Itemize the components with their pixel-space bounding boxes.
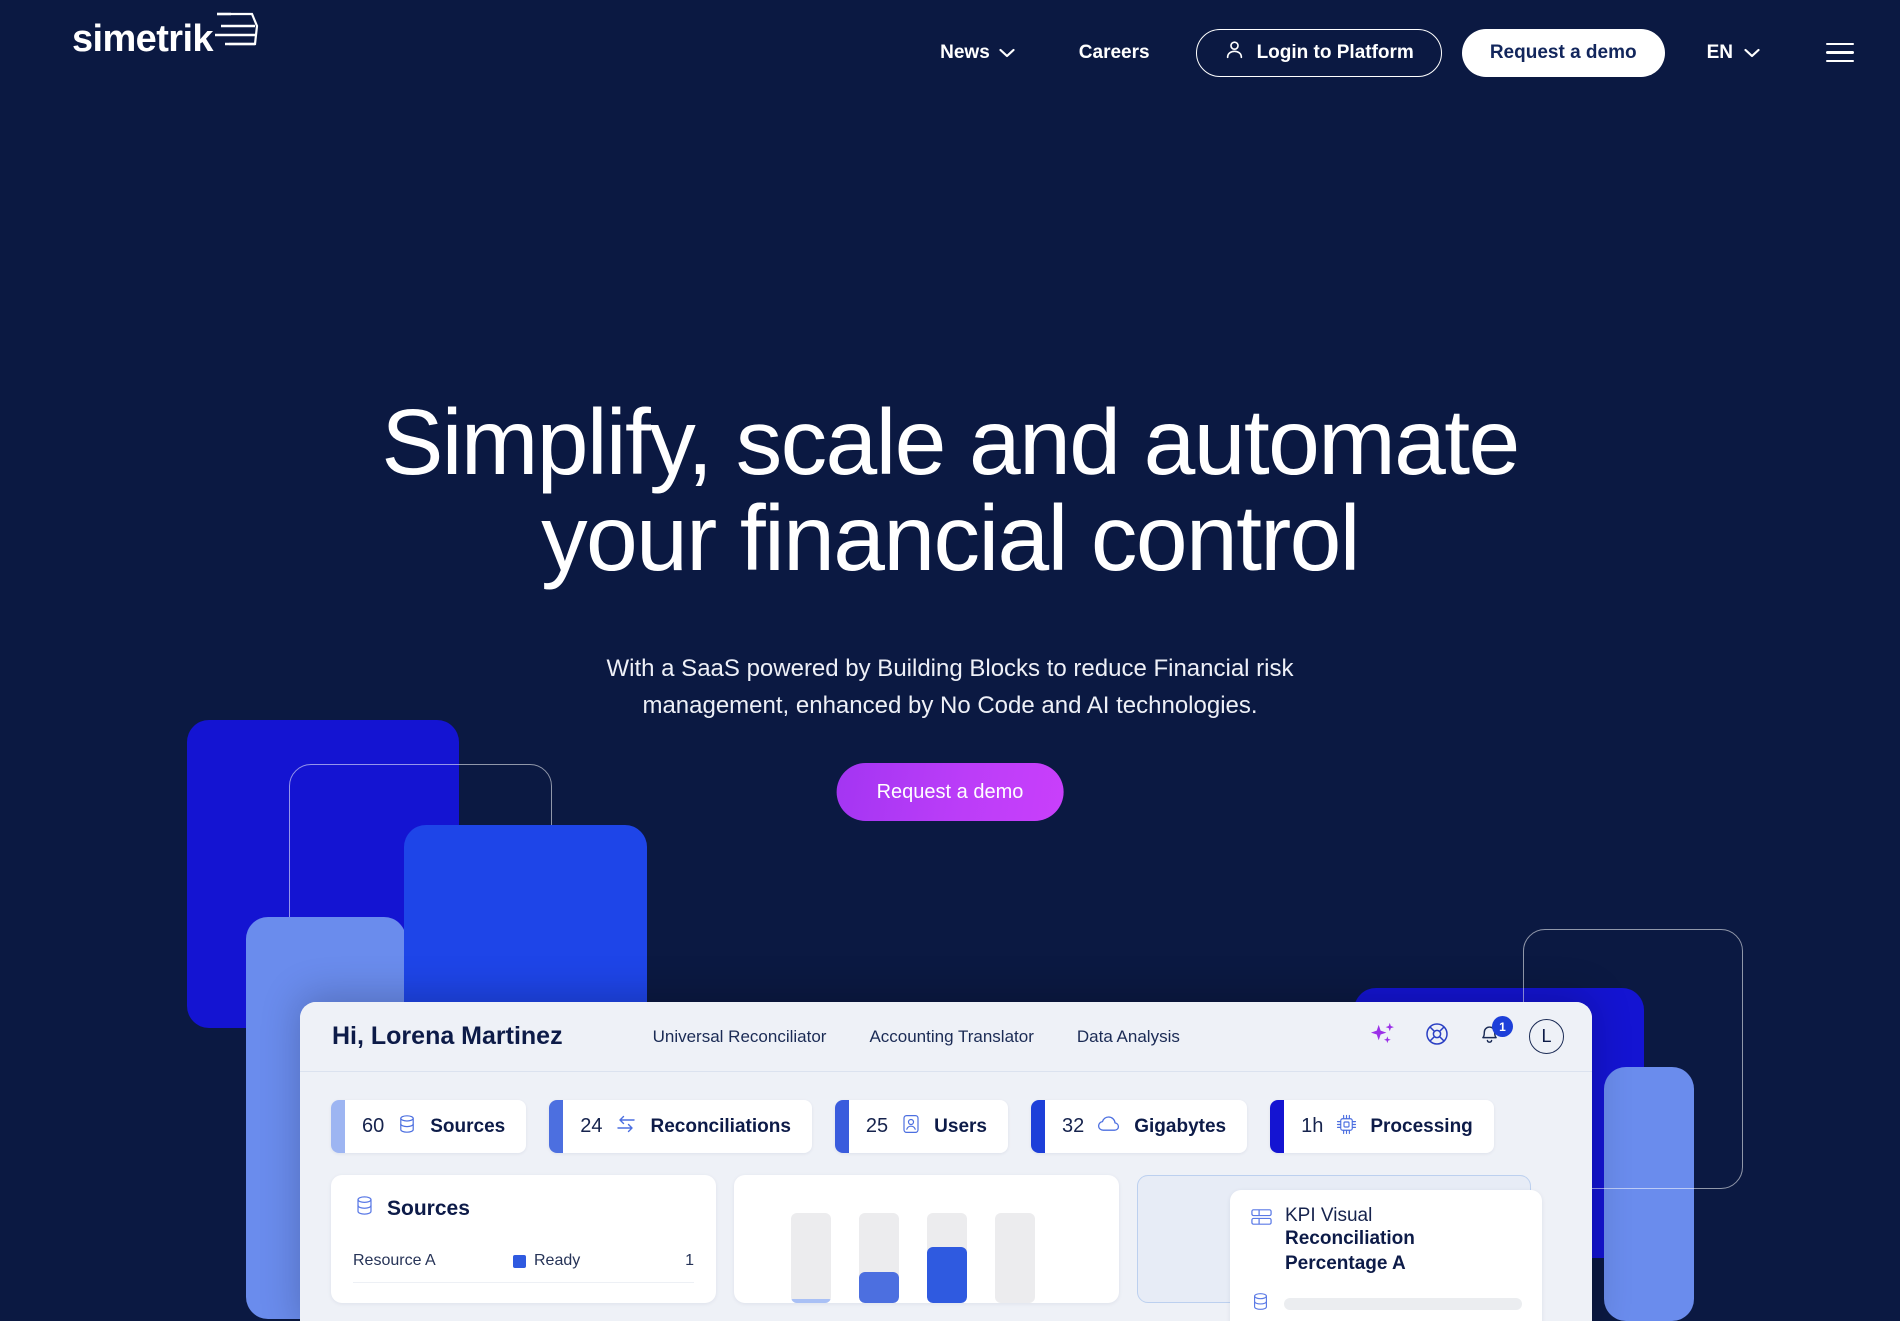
stat-chip-accent-bar [549, 1100, 564, 1153]
stat-label-reconciliations: Reconciliations [650, 1115, 791, 1137]
kpi-visual-panel: KPI Visual Reconciliation Percentage A [1137, 1175, 1542, 1321]
bell-notification-icon[interactable]: 1 [1477, 1016, 1513, 1049]
stat-chip-users[interactable]: 25 Users [834, 1100, 1008, 1153]
stat-chip-reconciliations[interactable]: 24 Reconciliations [549, 1100, 812, 1153]
status-badge-label: Ready [534, 1252, 581, 1269]
nav-actions: News Careers Login to Platform Request a… [940, 0, 1854, 105]
dashboard-greeting: Hi, Lorena Martinez [332, 1022, 563, 1050]
dashboard-header-icons: 1 L [1370, 1016, 1564, 1054]
database-icon [1250, 1291, 1271, 1317]
language-selector-label: EN [1706, 41, 1733, 63]
hamburger-menu-icon[interactable] [1826, 42, 1854, 63]
source-count: 1 [685, 1252, 694, 1269]
chevron-down-icon [1744, 42, 1760, 64]
kpi-visual-row [1250, 1291, 1522, 1317]
bar-fill [927, 1247, 967, 1303]
stat-value-processing: 1h [1301, 1115, 1324, 1137]
request-demo-hero-label: Request a demo [876, 780, 1024, 803]
stat-chip-processing[interactable]: 1h Processing [1270, 1100, 1494, 1153]
request-demo-nav-button[interactable]: Request a demo [1461, 28, 1665, 77]
swap-arrows-icon [614, 1113, 638, 1140]
hero-subtitle-line-2: management, enhanced by No Code and AI t… [642, 691, 1258, 719]
bar-chart [734, 1175, 1119, 1303]
bar-chart-panel [734, 1175, 1119, 1303]
bar-track [859, 1213, 899, 1303]
stat-chip-accent-bar [834, 1100, 849, 1153]
hero-title-line-2: your financial control [541, 485, 1360, 590]
bar-track [927, 1213, 967, 1303]
hero-subtitle-line-1: With a SaaS powered by Building Blocks t… [606, 655, 1294, 682]
stat-value-gigabytes: 32 [1061, 1115, 1085, 1137]
database-icon [396, 1113, 418, 1140]
table-row[interactable]: Resource A Ready 1 [353, 1252, 694, 1283]
stat-chip-sources[interactable]: 60 Sources [331, 1100, 527, 1153]
nav-item-careers[interactable]: Careers [1079, 42, 1150, 64]
source-name: Resource A [353, 1252, 436, 1269]
stat-value-sources: 60 [362, 1115, 385, 1137]
sources-panel-title: Sources [353, 1194, 694, 1223]
bar-track [995, 1213, 1035, 1303]
stat-value-users: 25 [865, 1115, 889, 1137]
chevron-down-icon [999, 42, 1015, 64]
brand-name: simetrik [72, 18, 214, 60]
cpu-chip-icon [1335, 1113, 1358, 1141]
stat-chip-accent-bar [331, 1100, 345, 1153]
kpi-visual-card: KPI Visual Reconciliation Percentage A [1230, 1190, 1542, 1321]
tab-universal-reconciliator[interactable]: Universal Reconciliator [653, 1027, 827, 1047]
stat-label-processing: Processing [1370, 1115, 1473, 1137]
dashboard-preview-card: Hi, Lorena Martinez Universal Reconcilia… [300, 1002, 1592, 1321]
top-navigation-bar: simetrik News Careers Login to Platform … [0, 0, 1900, 105]
request-demo-hero-button[interactable]: Request a demo [836, 763, 1064, 821]
dashboard-panels-row: Sources Resource A Ready 1 KPI Visual Re… [300, 1153, 1592, 1321]
stat-label-gigabytes: Gigabytes [1134, 1115, 1227, 1137]
stat-chip-accent-bar [1270, 1100, 1285, 1153]
nav-item-news-label: News [940, 41, 990, 63]
kpi-placeholder-bar [1284, 1298, 1522, 1311]
nav-item-careers-label: Careers [1078, 41, 1150, 63]
login-to-platform-button[interactable]: Login to Platform [1195, 28, 1442, 77]
user-card-icon [900, 1113, 922, 1140]
dashboard-header: Hi, Lorena Martinez Universal Reconcilia… [300, 1002, 1592, 1072]
kpi-visual-title: KPI Visual [1285, 1205, 1373, 1226]
landing-page: simetrik News Careers Login to Platform … [0, 0, 1900, 1321]
stat-chip-accent-bar [1030, 1100, 1045, 1153]
hero-subtitle: With a SaaS powered by Building Blocks t… [0, 651, 1900, 724]
sources-panel-title-label: Sources [387, 1196, 470, 1220]
sources-panel: Sources Resource A Ready 1 [331, 1175, 716, 1303]
notification-badge-count: 1 [1492, 1016, 1513, 1037]
cloud-icon [1096, 1114, 1122, 1139]
bar-fill [791, 1299, 831, 1303]
kpi-table-icon [1250, 1207, 1273, 1232]
brand-logo[interactable]: simetrik [72, 12, 259, 67]
kpi-visual-subtitle: Reconciliation Percentage A [1285, 1227, 1415, 1274]
nav-item-news[interactable]: News [940, 42, 1015, 64]
status-color-swatch [513, 1254, 526, 1268]
stat-chip-gigabytes[interactable]: 32 Gigabytes [1030, 1100, 1248, 1153]
lifebuoy-help-icon[interactable] [1424, 1021, 1450, 1052]
database-icon [353, 1194, 376, 1223]
page-title: Simplify, scale and automate your financ… [0, 394, 1900, 590]
stat-label-sources: Sources [430, 1115, 506, 1137]
user-icon [1224, 39, 1245, 66]
stat-label-users: Users [934, 1115, 987, 1137]
dashboard-tabs: Universal Reconciliator Accounting Trans… [653, 1027, 1180, 1047]
tab-accounting-translator[interactable]: Accounting Translator [869, 1027, 1033, 1047]
stat-chips-row: 60 Sources 24 Reconciliations 25 Users 3… [300, 1072, 1592, 1153]
language-selector[interactable]: EN [1707, 42, 1760, 64]
bar-fill [859, 1272, 899, 1303]
simetrik-mark-icon [214, 4, 259, 67]
status-badge: Ready [513, 1252, 685, 1270]
hero-title-line-1: Simplify, scale and automate [381, 390, 1520, 494]
login-button-label: Login to Platform [1256, 41, 1414, 63]
kpi-visual-header: KPI Visual Reconciliation Percentage A [1250, 1205, 1522, 1276]
sparkles-icon[interactable] [1370, 1021, 1397, 1053]
bar-track [791, 1213, 831, 1303]
stat-value-reconciliations: 24 [580, 1115, 603, 1137]
avatar[interactable]: L [1529, 1019, 1564, 1054]
request-demo-nav-label: Request a demo [1489, 41, 1637, 63]
tab-data-analysis[interactable]: Data Analysis [1077, 1027, 1180, 1047]
